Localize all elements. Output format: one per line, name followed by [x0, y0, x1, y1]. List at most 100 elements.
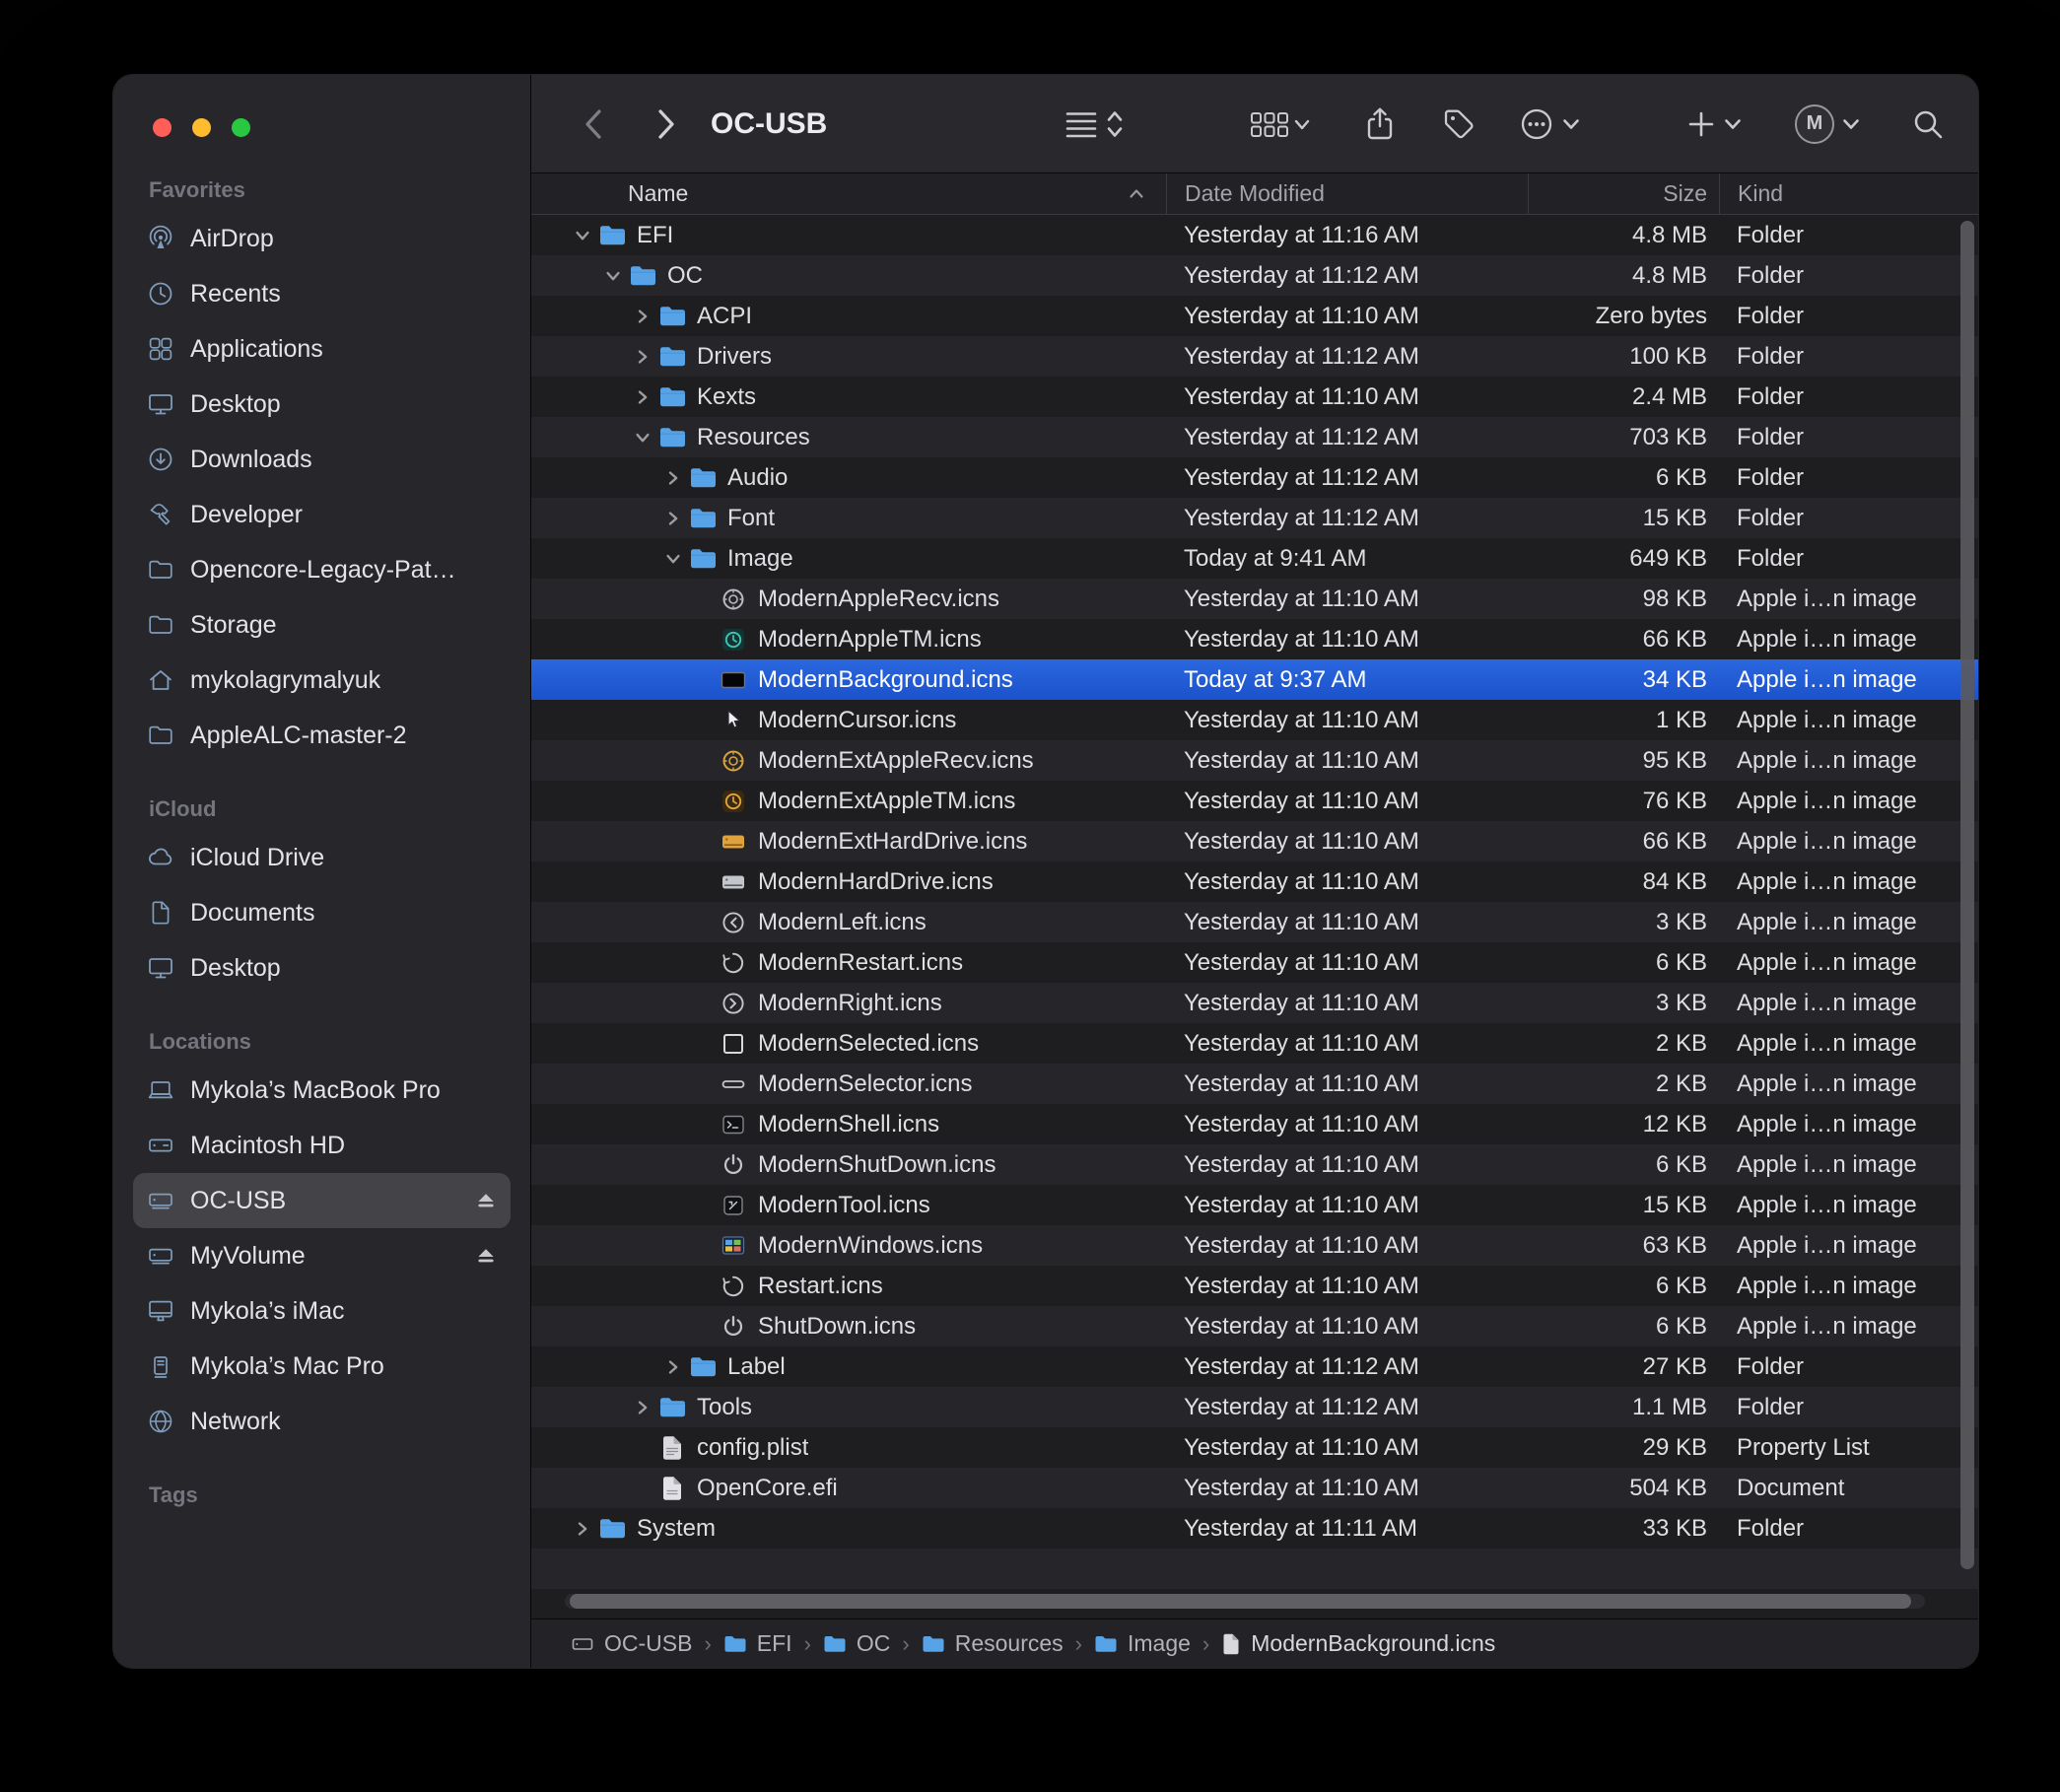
file-name: Label	[727, 1353, 786, 1381]
table-row-label[interactable]: LabelYesterday at 11:12 AM27 KBFolder	[531, 1346, 1978, 1387]
eject-icon[interactable]	[475, 1246, 497, 1266]
table-row-modernextharddrive-icns[interactable]: ModernExtHardDrive.icnsYesterday at 11:1…	[531, 821, 1978, 862]
table-row-shutdown-icns[interactable]: ShutDown.icnsYesterday at 11:10 AM6 KBAp…	[531, 1306, 1978, 1346]
table-row-moderntool-icns[interactable]: ModernTool.icnsYesterday at 11:10 AM15 K…	[531, 1185, 1978, 1225]
table-row-image[interactable]: ImageToday at 9:41 AM649 KBFolder	[531, 538, 1978, 579]
account-menu-button[interactable]: M	[1795, 104, 1860, 144]
table-row-resources[interactable]: ResourcesYesterday at 11:12 AM703 KBFold…	[531, 417, 1978, 457]
table-row-tools[interactable]: ToolsYesterday at 11:12 AM1.1 MBFolder	[531, 1387, 1978, 1427]
share-button[interactable]	[1365, 106, 1395, 142]
file-size: 6 KB	[1528, 1151, 1719, 1179]
table-row-modernselected-icns[interactable]: ModernSelected.icnsYesterday at 11:10 AM…	[531, 1023, 1978, 1064]
close-button[interactable]	[153, 118, 172, 137]
disclosure-right-icon[interactable]	[630, 1398, 655, 1417]
table-row-modernbackground-icns[interactable]: ModernBackground.icnsToday at 9:37 AM34 …	[531, 659, 1978, 700]
table-row-font[interactable]: FontYesterday at 11:12 AM15 KBFolder	[531, 498, 1978, 538]
sidebar-item-airdrop[interactable]: AirDrop	[133, 211, 511, 266]
sidebar-item-applealc-master-2[interactable]: AppleALC-master-2	[133, 708, 511, 763]
sidebar-item-mykolagrymalyuk[interactable]: mykolagrymalyuk	[133, 653, 511, 708]
table-row-modernextappletm-icns[interactable]: ModernExtAppleTM.icnsYesterday at 11:10 …	[531, 781, 1978, 821]
table-row-kexts[interactable]: KextsYesterday at 11:10 AM2.4 MBFolder	[531, 377, 1978, 417]
sidebar-item-applications[interactable]: Applications	[133, 321, 511, 377]
breadcrumb-item-resources[interactable]: Resources	[922, 1630, 1064, 1657]
sidebar-item-downloads[interactable]: Downloads	[133, 432, 511, 487]
sidebar-item-recents[interactable]: Recents	[133, 266, 511, 321]
sidebar-item-opencore-legacy-pat[interactable]: Opencore-Legacy-Pat…	[133, 542, 511, 597]
disclosure-right-icon[interactable]	[570, 1519, 595, 1539]
table-row-modernright-icns[interactable]: ModernRight.icnsYesterday at 11:10 AM3 K…	[531, 983, 1978, 1023]
file-date-modified: Yesterday at 11:12 AM	[1166, 343, 1528, 371]
sidebar-item-desktop[interactable]: Desktop	[133, 940, 511, 996]
forward-button[interactable]	[655, 107, 677, 141]
disclosure-right-icon[interactable]	[660, 1357, 686, 1377]
sidebar-item-icloud-drive[interactable]: iCloud Drive	[133, 830, 511, 885]
sidebar-item-mykola-s-macbook-pro[interactable]: Mykola’s MacBook Pro	[133, 1063, 511, 1118]
group-by-button[interactable]	[1249, 109, 1310, 139]
disclosure-down-icon[interactable]	[573, 223, 592, 248]
table-row-modernshell-icns[interactable]: ModernShell.icnsYesterday at 11:10 AM12 …	[531, 1104, 1978, 1144]
breadcrumb-item-oc-usb[interactable]: OC-USB	[571, 1630, 692, 1657]
sidebar-item-mykola-s-imac[interactable]: Mykola’s iMac	[133, 1283, 511, 1339]
sidebar-item-myvolume[interactable]: MyVolume	[133, 1228, 511, 1283]
sidebar-item-macintosh-hd[interactable]: Macintosh HD	[133, 1118, 511, 1173]
column-header-date-modified[interactable]: Date Modified	[1166, 173, 1528, 214]
table-row-efi[interactable]: EFIYesterday at 11:16 AM4.8 MBFolder	[531, 215, 1978, 255]
eject-icon[interactable]	[475, 1191, 497, 1210]
table-row-modernleft-icns[interactable]: ModernLeft.icnsYesterday at 11:10 AM3 KB…	[531, 902, 1978, 942]
table-row-modernrestart-icns[interactable]: ModernRestart.icnsYesterday at 11:10 AM6…	[531, 942, 1978, 983]
more-options-button[interactable]	[1519, 106, 1580, 142]
breadcrumb-item-modernbackground-icns[interactable]: ModernBackground.icns	[1221, 1630, 1495, 1657]
file-kind: Apple i…n image	[1719, 586, 1978, 613]
disclosure-right-icon[interactable]	[630, 307, 655, 326]
breadcrumb-item-efi[interactable]: EFI	[723, 1630, 792, 1657]
disclosure-right-icon[interactable]	[660, 509, 686, 528]
table-row-oc[interactable]: OCYesterday at 11:12 AM4.8 MBFolder	[531, 255, 1978, 296]
table-row-modernshutdown-icns[interactable]: ModernShutDown.icnsYesterday at 11:10 AM…	[531, 1144, 1978, 1185]
back-button[interactable]	[583, 107, 604, 141]
vertical-scrollbar[interactable]	[1960, 221, 1974, 1569]
file-kind: Apple i…n image	[1719, 990, 1978, 1017]
sidebar-item-mykola-s-mac-pro[interactable]: Mykola’s Mac Pro	[133, 1339, 511, 1394]
table-row-modernextapplerecv-icns[interactable]: ModernExtAppleRecv.icnsYesterday at 11:1…	[531, 740, 1978, 781]
breadcrumb-item-oc[interactable]: OC	[823, 1630, 891, 1657]
table-row-config-plist[interactable]: config.plistYesterday at 11:10 AM29 KBPr…	[531, 1427, 1978, 1468]
minimize-button[interactable]	[192, 118, 211, 137]
disclosure-right-icon[interactable]	[630, 387, 655, 407]
table-row-modernwindows-icns[interactable]: ModernWindows.icnsYesterday at 11:10 AM6…	[531, 1225, 1978, 1266]
table-row-moderncursor-icns[interactable]: ModernCursor.icnsYesterday at 11:10 AM1 …	[531, 700, 1978, 740]
breadcrumb-label: Resources	[955, 1630, 1064, 1657]
sidebar-item-desktop[interactable]: Desktop	[133, 377, 511, 432]
sidebar-item-storage[interactable]: Storage	[133, 597, 511, 653]
table-row-modernapplerecv-icns[interactable]: ModernAppleRecv.icnsYesterday at 11:10 A…	[531, 579, 1978, 619]
table-row-modernharddrive-icns[interactable]: ModernHardDrive.icnsYesterday at 11:10 A…	[531, 862, 1978, 902]
table-row-restart-icns[interactable]: Restart.icnsYesterday at 11:10 AM6 KBApp…	[531, 1266, 1978, 1306]
column-header-size[interactable]: Size	[1528, 173, 1719, 214]
column-header-name[interactable]: Name	[531, 173, 1166, 214]
sidebar-item-oc-usb[interactable]: OC-USB	[133, 1173, 511, 1228]
disclosure-down-icon[interactable]	[603, 263, 623, 289]
sidebar-item-network[interactable]: Network	[133, 1394, 511, 1449]
disclosure-down-icon[interactable]	[663, 546, 683, 572]
sidebar-item-documents[interactable]: Documents	[133, 885, 511, 940]
tags-button[interactable]	[1442, 107, 1476, 141]
view-options-button[interactable]	[1064, 107, 1127, 141]
horizontal-scrollbar[interactable]	[570, 1594, 1911, 1609]
zoom-button[interactable]	[232, 118, 250, 137]
column-header-kind[interactable]: Kind	[1719, 173, 1978, 214]
table-row-drivers[interactable]: DriversYesterday at 11:12 AM100 KBFolder	[531, 336, 1978, 377]
table-row-modernselector-icns[interactable]: ModernSelector.icnsYesterday at 11:10 AM…	[531, 1064, 1978, 1104]
table-row-acpi[interactable]: ACPIYesterday at 11:10 AMZero bytesFolde…	[531, 296, 1978, 336]
table-row-modernappletm-icns[interactable]: ModernAppleTM.icnsYesterday at 11:10 AM6…	[531, 619, 1978, 659]
file-kind: Folder	[1719, 222, 1978, 249]
table-row-system[interactable]: SystemYesterday at 11:11 AM33 KBFolder	[531, 1508, 1978, 1549]
table-row-audio[interactable]: AudioYesterday at 11:12 AM6 KBFolder	[531, 457, 1978, 498]
disclosure-right-icon[interactable]	[660, 468, 686, 488]
table-row-opencore-efi[interactable]: OpenCore.efiYesterday at 11:10 AM504 KBD…	[531, 1468, 1978, 1508]
new-item-button[interactable]	[1686, 109, 1742, 139]
search-button[interactable]	[1911, 107, 1945, 141]
disclosure-down-icon[interactable]	[633, 425, 652, 450]
breadcrumb-item-image[interactable]: Image	[1094, 1630, 1191, 1657]
disclosure-right-icon[interactable]	[630, 347, 655, 367]
file-date-modified: Yesterday at 11:16 AM	[1166, 222, 1528, 249]
sidebar-item-developer[interactable]: Developer	[133, 487, 511, 542]
